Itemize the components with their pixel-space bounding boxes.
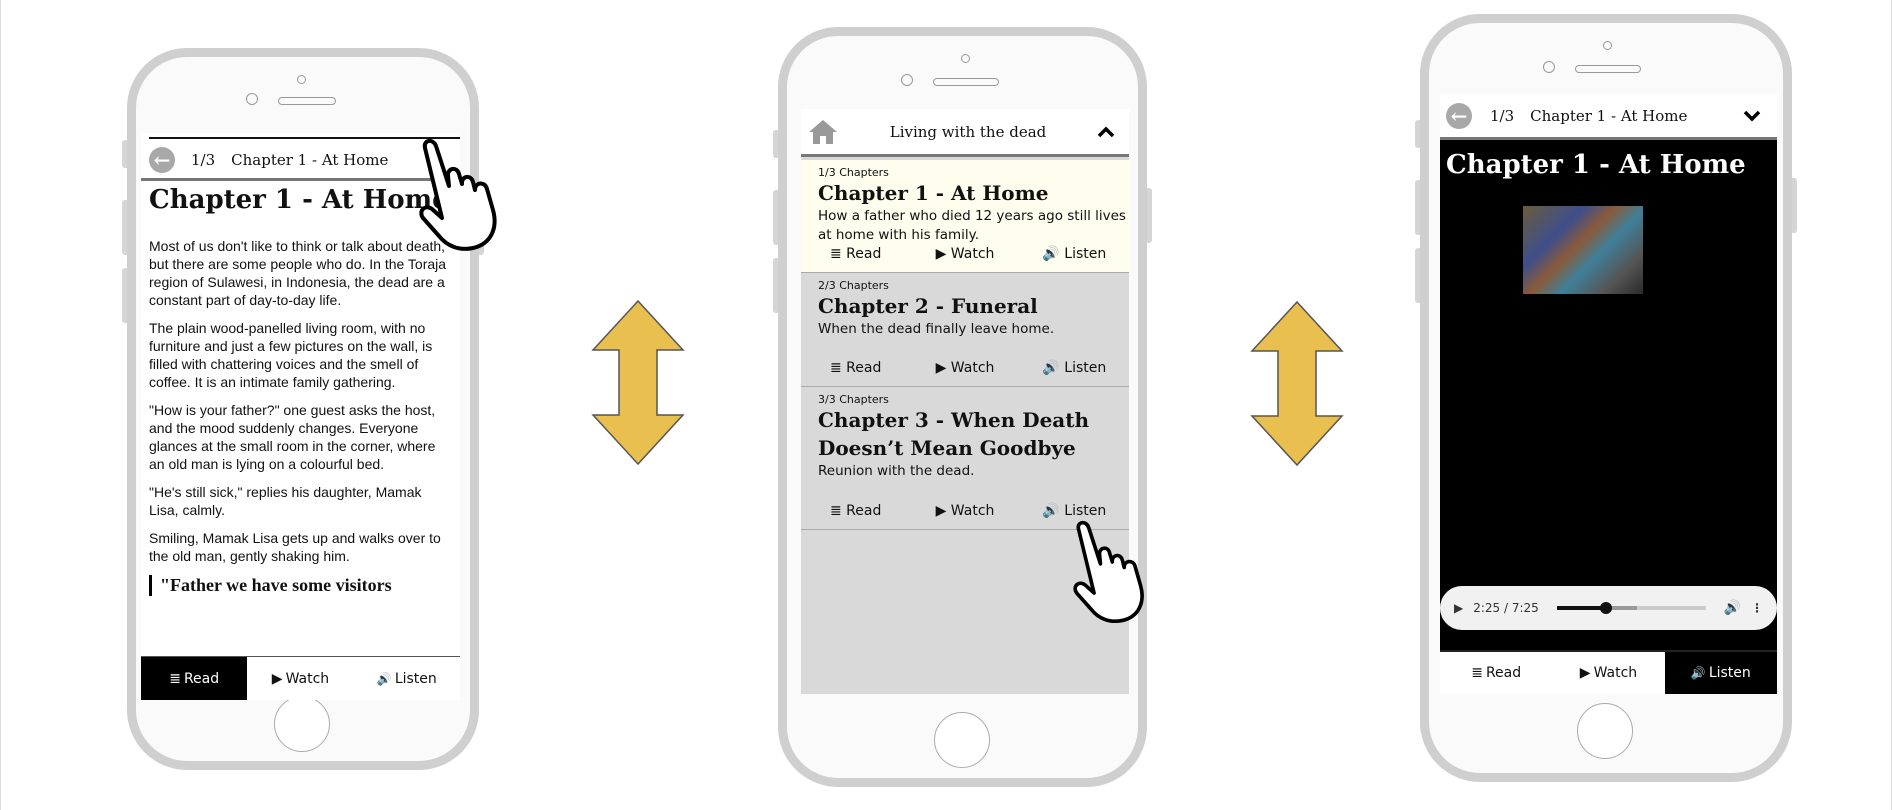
paragraph: Smiling, Mamak Lisa gets up and walks ov… <box>149 530 441 564</box>
seek-slider[interactable] <box>1556 602 1706 614</box>
tab-label: Listen <box>394 670 437 687</box>
play-icon: ▶ <box>1579 665 1591 681</box>
tab-read[interactable]: ≣ Read <box>1440 652 1552 694</box>
video-thumbnail[interactable] <box>1523 206 1643 294</box>
arrow-left-circle-icon[interactable]: ← <box>1446 102 1472 129</box>
reader-tab-bar: ≣ Read ▶ Watch 🔊 Listen <box>141 656 460 700</box>
divider <box>149 137 460 139</box>
speaker-icon: 🔊 <box>1690 666 1706 680</box>
tab-listen[interactable]: 🔊 Listen <box>1664 652 1777 694</box>
play-icon[interactable]: ▶ <box>1454 601 1463 615</box>
chapter-heading: Chapter 1 - At Home <box>149 185 449 215</box>
pointing-hand-icon <box>419 139 497 251</box>
played-bar <box>1556 606 1606 610</box>
watch-button[interactable]: ▶ Watch <box>910 246 1019 262</box>
seek-handle[interactable] <box>1599 602 1612 614</box>
home-icon[interactable] <box>807 118 839 146</box>
play-icon: ▶ <box>271 670 283 687</box>
double-arrow-icon <box>1250 300 1344 467</box>
read-button[interactable]: ≣ Read <box>801 503 910 519</box>
phone-lens <box>901 74 913 86</box>
chapter-item-2[interactable]: 2/3 Chapters Chapter 2 - Funeral When th… <box>801 273 1129 387</box>
phone-lens <box>246 93 258 105</box>
paragraph: "He's still sick," replies his daughter,… <box>149 484 422 518</box>
tab-read[interactable]: ≣ Read <box>141 657 248 700</box>
reader-header: ← 1/3 Chapter 1 - At Home <box>141 141 460 181</box>
audio-player: ▶ 2:25 / 7:25 🔊 ⋮ <box>1440 586 1777 630</box>
pull-quote: "Father we have some visitors <box>149 575 454 596</box>
player-header: ← 1/3 Chapter 1 - At Home <box>1440 94 1777 140</box>
chapter-progress: 1/3 <box>191 150 216 169</box>
pointing-hand-icon <box>1073 520 1144 623</box>
list-icon: ≣ <box>1471 665 1483 681</box>
menu-header: Living with the dead <box>801 109 1129 157</box>
phone-camera <box>1603 41 1612 50</box>
chapter-description: Reunion with the dead. <box>818 463 975 479</box>
tab-label: Watch <box>285 670 330 687</box>
phone-camera <box>297 75 306 84</box>
menu-title: Living with the dead <box>889 122 1047 141</box>
listen-button[interactable]: 🔊 Listen <box>1020 503 1129 519</box>
arrow-left-circle-icon[interactable]: ← <box>149 146 175 173</box>
player-tab-bar: ≣ Read ▶ Watch 🔊 Listen <box>1440 650 1777 694</box>
chapter-progress: 1/3 <box>1490 106 1515 125</box>
home-button[interactable] <box>934 712 990 768</box>
watch-button[interactable]: ▶ Watch <box>910 503 1019 519</box>
more-options-icon[interactable]: ⋮ <box>1751 601 1763 615</box>
paragraph: Most of us don't like to think or talk a… <box>149 238 447 308</box>
speaker-icon: 🔊 <box>376 671 392 686</box>
read-button[interactable]: ≣ Read <box>801 360 910 376</box>
phone-speaker <box>278 97 336 105</box>
home-button[interactable] <box>274 696 330 752</box>
listen-button[interactable]: 🔊 Listen <box>1020 360 1129 376</box>
chapter-title: Chapter 3 - When Death Doesn’t Mean Good… <box>818 408 1090 460</box>
chapter-count: 3/3 Chapters <box>818 393 889 406</box>
header-chapter-title[interactable]: Chapter 1 - At Home <box>231 151 388 169</box>
time-display: 2:25 / 7:25 <box>1473 601 1539 615</box>
paragraph: The plain wood-panelled living room, wit… <box>149 320 433 390</box>
tab-label: Read <box>1485 665 1522 681</box>
volume-icon[interactable]: 🔊 <box>1724 600 1741 616</box>
chapter-title: Chapter 2 - Funeral <box>818 294 1038 318</box>
list-icon: ≣ <box>169 670 181 687</box>
chapter-description: When the dead finally leave home. <box>818 321 1055 337</box>
phone-speaker <box>933 78 999 86</box>
listen-button[interactable]: 🔊 Listen <box>1020 246 1129 262</box>
chapter-item-1[interactable]: 1/3 Chapters Chapter 1 - At Home How a f… <box>801 160 1129 273</box>
phone-speaker <box>1575 65 1641 73</box>
read-button[interactable]: ≣ Read <box>801 246 910 262</box>
tab-label: Watch <box>1593 665 1638 681</box>
chapter-count: 1/3 Chapters <box>818 166 889 179</box>
header-chapter-title: Chapter 1 - At Home <box>1530 106 1688 125</box>
player-screen: ← 1/3 Chapter 1 - At Home Chapter 1 - At… <box>1440 94 1777 694</box>
reader-screen: ← 1/3 Chapter 1 - At Home Chapter 1 - At… <box>141 133 460 700</box>
watch-button[interactable]: ▶ Watch <box>910 360 1019 376</box>
chapter-title: Chapter 1 - At Home <box>818 181 1049 205</box>
tab-watch[interactable]: ▶ Watch <box>1552 652 1664 694</box>
tab-watch[interactable]: ▶ Watch <box>247 657 353 700</box>
chapter-count: 2/3 Chapters <box>818 279 889 292</box>
double-arrow-icon <box>591 299 685 466</box>
chevron-up-icon[interactable] <box>1097 126 1115 138</box>
chapter-description: How a father who died 12 years ago still… <box>818 208 1126 243</box>
chevron-down-icon[interactable] <box>1743 110 1761 122</box>
tab-listen[interactable]: 🔊 Listen <box>354 657 460 700</box>
phone-lens <box>1543 61 1555 73</box>
tab-label: Listen <box>1708 665 1751 681</box>
tab-label: Read <box>183 670 220 687</box>
home-button[interactable] <box>1577 703 1633 759</box>
chapter-heading: Chapter 1 - At Home <box>1446 150 1746 180</box>
paragraph: "How is your father?" one guest asks the… <box>149 402 436 472</box>
chapter-item-3[interactable]: 3/3 Chapters Chapter 3 - When Death Does… <box>801 387 1129 530</box>
phone-camera <box>961 54 970 63</box>
